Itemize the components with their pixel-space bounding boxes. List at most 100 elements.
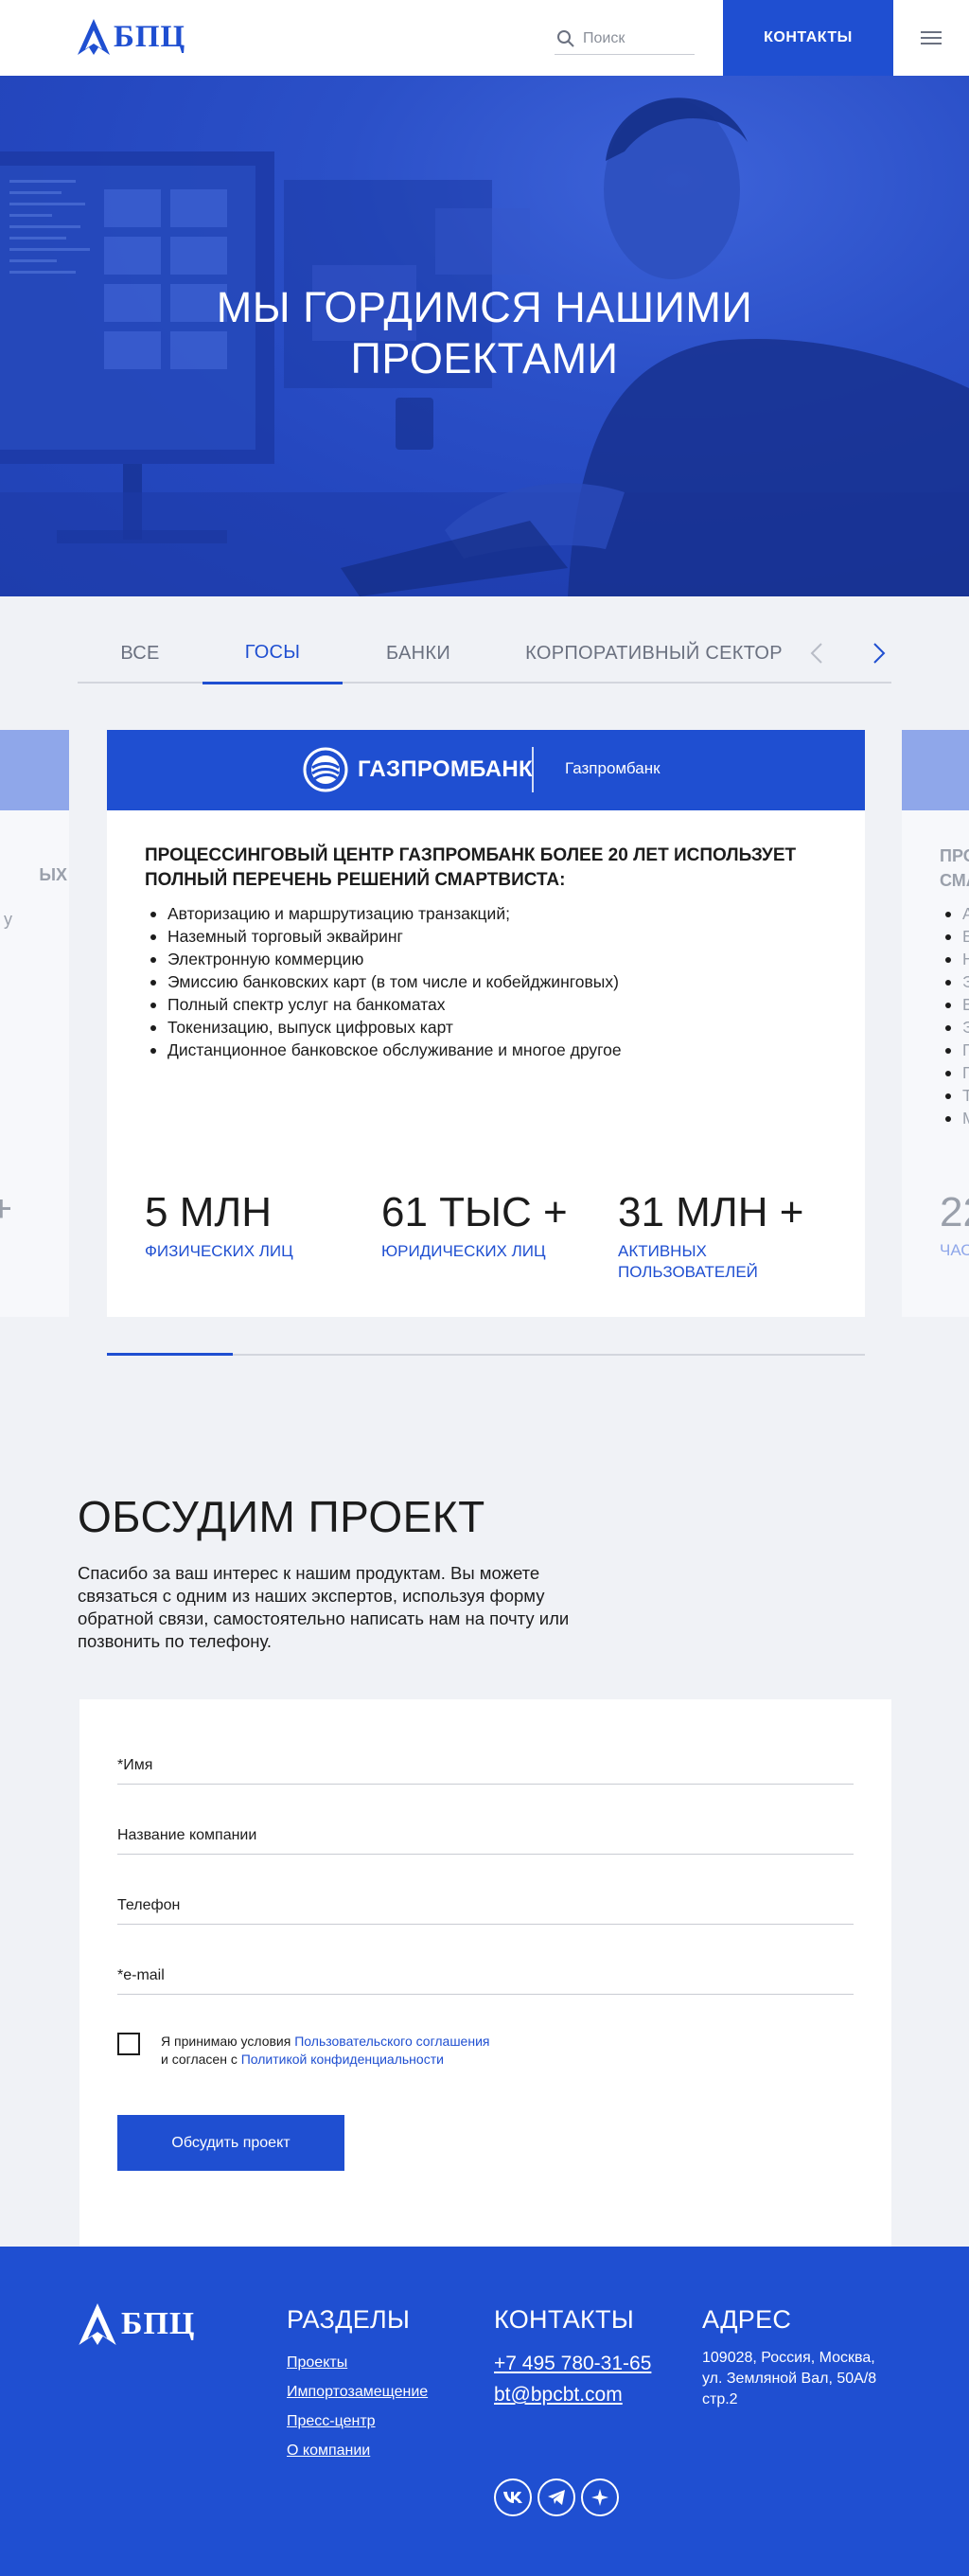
menu-button[interactable] xyxy=(893,0,969,76)
contact-form: Я принимаю условия Пользовательского сог… xyxy=(79,1699,891,2247)
project-card-gazprombank[interactable]: ГАЗПРОМБАНК Газпромбанк ПРОЦЕССИНГОВЫЙ Ц… xyxy=(107,730,865,1317)
brand-divider xyxy=(532,747,534,792)
footer-contacts: КОНТАКТЫ +7 495 780-31-65 bt@bpcbt.com xyxy=(494,2305,651,2410)
logo-mark-icon xyxy=(78,19,110,55)
footer-link-about[interactable]: О компании xyxy=(287,2436,428,2465)
logo-text: БПЦ xyxy=(114,19,186,54)
tab-gosy[interactable]: ГОСЫ xyxy=(203,623,343,684)
footer-contacts-title: КОНТАКТЫ xyxy=(494,2305,635,2334)
email-field[interactable] xyxy=(117,1947,854,1995)
project-card-next[interactable]: ПРО СМА А Б Н Э В Э П П Т М 22 ЧАС xyxy=(902,730,969,1317)
card-text-fragment: у xyxy=(4,910,12,929)
footer-link-import-substitution[interactable]: Импортозамещение xyxy=(287,2377,428,2407)
contacts-button[interactable]: КОНТАКТЫ xyxy=(723,0,893,76)
slider-progress-fill xyxy=(107,1353,233,1356)
footer-link-press-center[interactable]: Пресс-центр xyxy=(287,2407,428,2436)
company-input[interactable] xyxy=(117,1827,854,1844)
list-item: А xyxy=(940,902,969,925)
consent-checkbox[interactable] xyxy=(117,2033,140,2055)
hero-title-line-1: МЫ ГОРДИМСЯ НАШИМИ xyxy=(216,283,753,331)
search-box[interactable] xyxy=(555,23,695,55)
card-title-fragment-line: ПРО xyxy=(940,846,969,865)
social-links xyxy=(494,2478,619,2516)
stat-label: ЮРИДИЧЕСКИХ ЛИЦ xyxy=(381,1242,546,1260)
footer-logo[interactable]: БПЦ xyxy=(78,2303,195,2345)
gazprombank-logo-icon xyxy=(303,747,348,792)
footer-phone-link[interactable]: +7 495 780-31-65 xyxy=(494,2348,651,2379)
list-item: Авторизацию и маршрутизацию транзакций; xyxy=(145,902,798,925)
footer-address-text: 109028, Россия, Москва, ул. Земляной Вал… xyxy=(702,2350,877,2407)
stat-active-users: 31 МЛН + АКТИВНЫХ ПОЛЬЗОВАТЕЛЕЙ xyxy=(618,1188,807,1283)
consent-row: Я принимаю условия Пользовательского сог… xyxy=(117,2033,489,2069)
site-footer: БПЦ РАЗДЕЛЫ Проекты Импортозамещение Пре… xyxy=(0,2247,969,2576)
hero-title: МЫ ГОРДИМСЯ НАШИМИ ПРОЕКТАМИ xyxy=(201,282,768,384)
prev-arrow-icon[interactable] xyxy=(804,640,831,666)
list-item: Э xyxy=(940,1016,969,1039)
card-title: ПРОЦЕССИНГОВЫЙ ЦЕНТР ГАЗПРОМБАНК БОЛЕЕ 2… xyxy=(145,845,797,890)
stat-legal-entities: 61 ТЫС + ЮРИДИЧЕСКИХ ЛИЦ xyxy=(381,1188,590,1262)
list-item: Токенизацию, выпуск цифровых карт xyxy=(145,1016,798,1039)
name-input[interactable] xyxy=(117,1757,854,1774)
list-item: П xyxy=(940,1039,969,1061)
brand-label: Газпромбанк xyxy=(565,759,661,777)
list-item: Дистанционное банковское обслуживание и … xyxy=(145,1039,798,1061)
next-arrow-icon[interactable] xyxy=(865,640,891,666)
card-header xyxy=(902,730,969,810)
list-item: Н xyxy=(940,948,969,970)
discuss-title: ОБСУДИМ ПРОЕКТ xyxy=(78,1492,485,1541)
phone-field[interactable] xyxy=(117,1877,854,1925)
search-input[interactable] xyxy=(583,29,687,47)
user-agreement-link[interactable]: Пользовательского соглашения xyxy=(294,2034,489,2049)
stat-value: 31 МЛН + xyxy=(618,1189,804,1235)
brand-name: ГАЗПРОМБАНК xyxy=(358,756,534,782)
card-stat-fragment: + xyxy=(0,1188,12,1230)
slider-progress-track[interactable] xyxy=(107,1353,865,1356)
submit-button[interactable]: Обсудить проект xyxy=(117,2115,344,2171)
footer-sections-title: РАЗДЕЛЫ xyxy=(287,2305,411,2334)
email-input[interactable] xyxy=(117,1967,854,1984)
list-item: Т xyxy=(940,1084,969,1107)
hero-banner: МЫ ГОРДИМСЯ НАШИМИ ПРОЕКТАМИ xyxy=(0,76,969,596)
card-header xyxy=(0,730,69,810)
footer-email-link[interactable]: bt@bpcbt.com xyxy=(494,2379,651,2410)
phone-input[interactable] xyxy=(117,1897,854,1914)
list-item: Наземный торговый эквайринг xyxy=(145,925,798,948)
footer-address-title: АДРЕС xyxy=(702,2305,792,2334)
company-field[interactable] xyxy=(117,1807,854,1855)
card-stat-label-fragment: ЧАС xyxy=(940,1241,969,1259)
logo-mark-icon xyxy=(79,2303,116,2345)
tab-corporate[interactable]: КОРПОРАТИВНЫЙ СЕКТОР xyxy=(508,623,800,684)
privacy-policy-link[interactable]: Политикой конфиденциальности xyxy=(241,2052,444,2067)
search-icon[interactable] xyxy=(556,29,575,48)
list-item: Полный спектр услуг на банкоматах xyxy=(145,993,798,1016)
list-item: П xyxy=(940,1061,969,1084)
name-field[interactable] xyxy=(117,1737,854,1785)
stat-value: 61 ТЫС + xyxy=(381,1189,568,1235)
card-stat-fragment: 22 xyxy=(940,1189,969,1235)
card-header: ГАЗПРОМБАНК Газпромбанк xyxy=(107,730,865,810)
discuss-description: Спасибо за ваш интерес к нашим продуктам… xyxy=(78,1563,570,1651)
tab-all[interactable]: ВСЕ xyxy=(78,623,203,684)
vk-icon[interactable] xyxy=(494,2478,532,2516)
footer-sections: РАЗДЕЛЫ Проекты Импортозамещение Пресс-ц… xyxy=(287,2305,428,2465)
project-card-prev[interactable]: ЫХ у + xyxy=(0,730,69,1317)
tab-banks[interactable]: БАНКИ xyxy=(343,623,494,684)
footer-address: АДРЕС 109028, Россия, Москва, ул. Землян… xyxy=(702,2305,891,2410)
star-icon[interactable] xyxy=(581,2478,619,2516)
telegram-icon[interactable] xyxy=(537,2478,575,2516)
stat-value: 5 МЛН xyxy=(145,1189,272,1235)
logo[interactable]: БПЦ xyxy=(78,19,185,55)
stat-label: ФИЗИЧЕСКИХ ЛИЦ xyxy=(145,1242,293,1260)
list-item: Электронную коммерцию xyxy=(145,948,798,970)
card-title-fragment: ПРО СМА xyxy=(940,844,969,893)
footer-logo-text: БПЦ xyxy=(121,2306,196,2341)
site-header: БПЦ КОНТАКТЫ xyxy=(0,0,969,76)
hero-title-line-2: ПРОЕКТАМИ xyxy=(350,334,619,382)
consent-text-prefix: Я принимаю условия xyxy=(161,2034,295,2049)
consent-text: Я принимаю условия Пользовательского сог… xyxy=(161,2033,489,2069)
stat-individuals: 5 МЛН ФИЗИЧЕСКИХ ЛИЦ xyxy=(145,1188,353,1262)
stat-label: АКТИВНЫХ ПОЛЬЗОВАТЕЛЕЙ xyxy=(618,1242,758,1281)
list-item: М xyxy=(940,1107,969,1129)
hamburger-icon xyxy=(921,31,942,44)
footer-link-projects[interactable]: Проекты xyxy=(287,2348,428,2377)
